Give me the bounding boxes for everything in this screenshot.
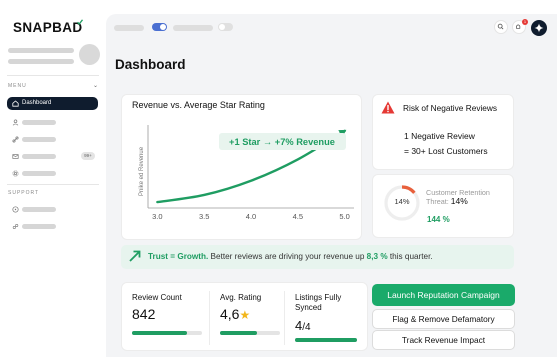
- user-email-placeholder: [8, 59, 74, 64]
- topbar-left: [114, 22, 242, 34]
- stat-value: 4,6★: [220, 306, 251, 322]
- x-tick-label: 3.5: [199, 212, 209, 221]
- notification-badge: 99+: [81, 152, 95, 160]
- x-tick-label: 5.0: [339, 212, 349, 221]
- sidebar-item-placeholder: [22, 154, 56, 159]
- sidebar-item-placeholder: [22, 120, 56, 125]
- sidebar-item-placeholder: [22, 207, 56, 212]
- notification-count-badge: 1: [522, 19, 528, 25]
- avatar[interactable]: [79, 44, 100, 65]
- sidebar: SNAPBAD MENU ⌄ Dashboard 99+ SUPPORT: [0, 0, 106, 357]
- home-icon: [12, 100, 19, 107]
- banner-text: Trust = Growth. Better reviews are drivi…: [148, 252, 433, 261]
- launch-campaign-button[interactable]: Launch Reputation Campaign: [372, 284, 515, 306]
- stat-progress-bar: [220, 331, 280, 335]
- chevron-down-icon[interactable]: ⌄: [93, 82, 98, 89]
- sidebar-item-messages[interactable]: 99+: [7, 150, 98, 163]
- risk-card: Risk of Negative Reviews 1 Negative Revi…: [372, 94, 514, 170]
- stat-avg-rating: Avg. Rating 4,6★: [210, 283, 282, 352]
- flag-defamatory-button[interactable]: Flag & Remove Defamatory: [372, 309, 515, 329]
- mail-icon: [12, 154, 19, 159]
- search-icon: [497, 23, 504, 30]
- chart-ylabel: Pnike ed Revenue: [139, 146, 145, 196]
- sidebar-item-label: Dashboard: [22, 100, 52, 106]
- star-icon: ★: [239, 308, 251, 322]
- retention-percent: 14%: [394, 197, 410, 206]
- sidebar-item-help[interactable]: [7, 203, 98, 216]
- sidebar-item-placeholder: [22, 137, 56, 142]
- users-icon: [12, 119, 19, 126]
- topbar-placeholder: [114, 25, 144, 31]
- risk-title: Risk of Negative Reviews: [403, 103, 498, 113]
- stat-progress-bar: [295, 338, 357, 342]
- sidebar-item-team[interactable]: [7, 220, 98, 233]
- link-icon: [12, 136, 19, 143]
- assistant-button[interactable]: [531, 20, 547, 36]
- page-title: Dashboard: [115, 57, 186, 72]
- x-tick-labels: 3.0 3.5 4.0 4.5 5.0: [152, 212, 350, 221]
- team-icon: [12, 223, 19, 230]
- stat-value: 842: [132, 306, 156, 322]
- stat-label: Review Count: [132, 293, 182, 302]
- growth-banner: Trust = Growth. Better reviews are drivi…: [121, 245, 514, 269]
- track-revenue-button[interactable]: Track Revenue Impact: [372, 330, 515, 350]
- sparkle-icon: [534, 23, 544, 33]
- topbar-placeholder: [173, 25, 213, 31]
- stat-listings-synced: Listings Fully Synced 4/4: [285, 283, 369, 352]
- user-name-placeholder: [8, 48, 74, 53]
- logo-check-icon: [77, 19, 83, 25]
- help-icon: [12, 206, 19, 213]
- main-panel: 1 Dashboard Revenue vs. Average Star Rat…: [106, 14, 557, 357]
- notifications-button[interactable]: 1: [512, 19, 528, 34]
- sidebar-item-dashboard[interactable]: Dashboard: [7, 97, 98, 110]
- sidebar-item-settings[interactable]: [7, 167, 98, 180]
- gear-icon: [12, 170, 19, 177]
- revenue-chart: Revenue vs. Average Star Rating Pnike ed…: [132, 100, 354, 221]
- view-toggle[interactable]: [152, 23, 167, 31]
- stat-review-count: Review Count 842: [122, 283, 206, 352]
- retention-card: 14% Customer Retention Threat: 14% 144 %: [372, 174, 514, 238]
- x-tick-label: 4.5: [293, 212, 303, 221]
- sidebar-divider: [7, 75, 99, 76]
- sidebar-item-links[interactable]: [7, 133, 98, 146]
- sidebar-item-users[interactable]: [7, 116, 98, 129]
- search-button[interactable]: [494, 20, 508, 34]
- stat-progress-bar: [132, 331, 202, 335]
- retention-growth: 144 %: [427, 215, 450, 224]
- sidebar-item-placeholder: [22, 224, 56, 229]
- menu-section-label: MENU: [8, 83, 27, 89]
- sidebar-item-placeholder: [22, 171, 56, 176]
- stat-label: Listings Fully Synced: [295, 293, 342, 312]
- risk-line-2: = 30+ Lost Customers: [404, 146, 488, 156]
- chart-title: Revenue vs. Average Star Rating: [132, 100, 265, 110]
- retention-label: Customer Retention Threat: 14%: [426, 188, 490, 206]
- app-logo: SNAPBAD: [13, 20, 83, 35]
- sidebar-divider: [7, 184, 99, 185]
- support-section-label: SUPPORT: [8, 190, 40, 196]
- revenue-chart-card: Revenue vs. Average Star Rating Pnike ed…: [121, 94, 362, 240]
- risk-line-1: 1 Negative Review: [404, 131, 475, 141]
- stat-label: Avg. Rating: [220, 293, 262, 302]
- x-tick-label: 3.0: [152, 212, 162, 221]
- stat-value: 4/4: [295, 318, 311, 333]
- chart-annotation: +1 Star → +7% Revenue: [229, 137, 335, 147]
- theme-toggle[interactable]: [218, 23, 233, 31]
- warning-icon: [381, 101, 395, 114]
- trend-up-icon: [129, 250, 141, 262]
- stats-card: Review Count 842 Avg. Rating 4,6★ Listin…: [121, 282, 368, 351]
- x-tick-label: 4.0: [246, 212, 256, 221]
